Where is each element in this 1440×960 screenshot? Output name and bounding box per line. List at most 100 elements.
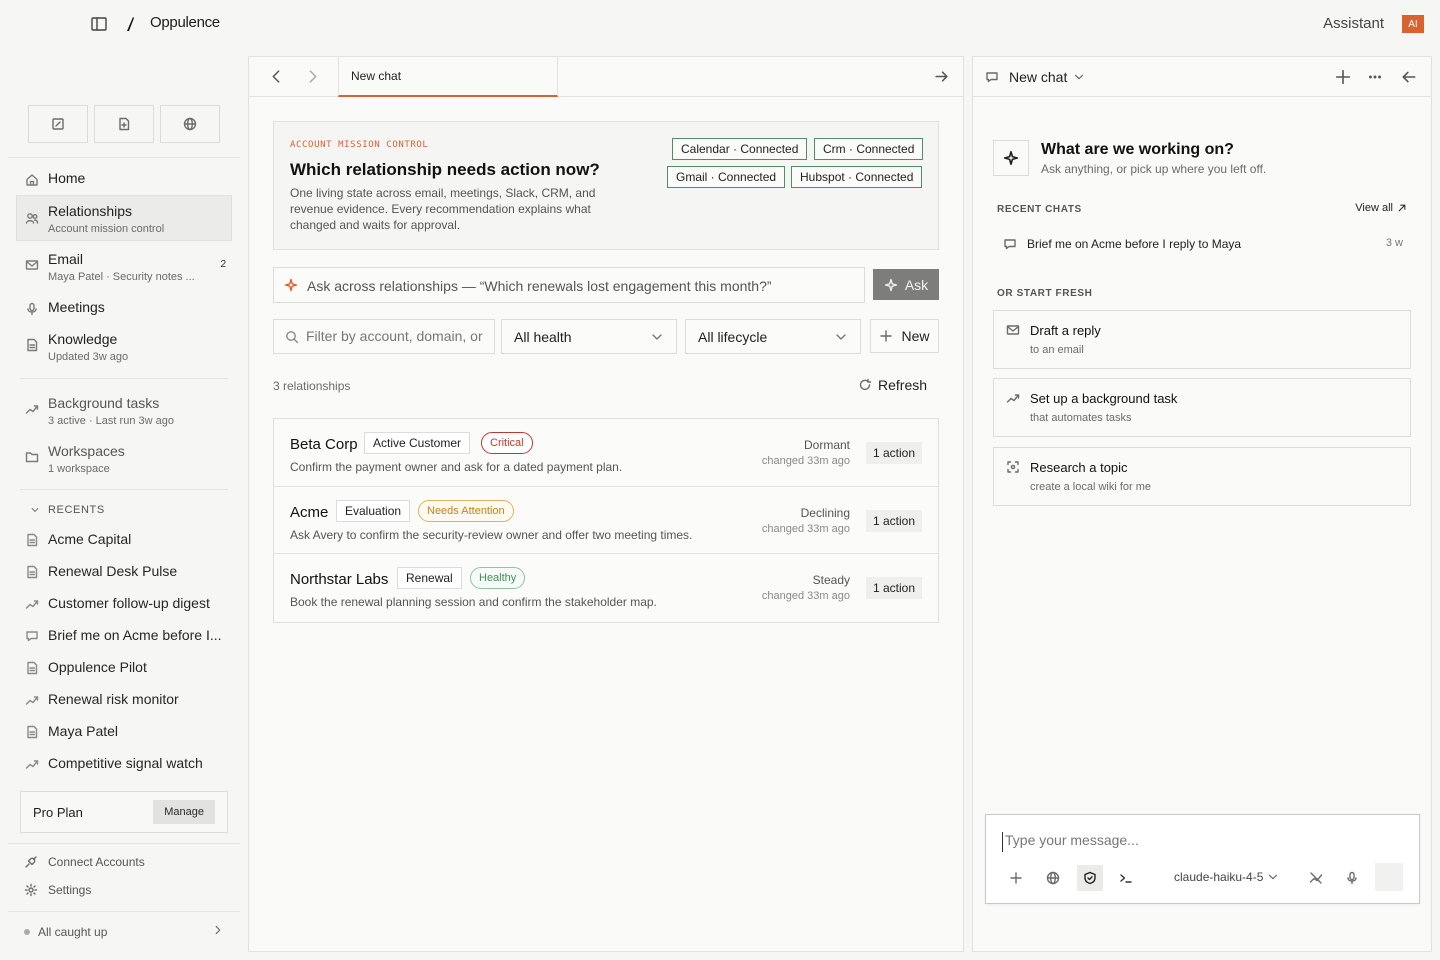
start-card-title: Research a topic [1030,460,1128,475]
action-count-button[interactable]: 1 action [865,509,922,532]
sidebar-item-background-tasks[interactable]: Background tasks 3 active · Last run 3w … [16,395,232,429]
recent-chats-header: RECENT CHATS [997,204,1082,215]
status-dot [24,929,30,935]
plus-icon[interactable] [1335,69,1351,85]
recent-item[interactable]: Customer follow-up digest [16,594,232,614]
web-search-button[interactable] [160,105,220,143]
tab-label: New chat [351,69,402,83]
ask-button[interactable]: Ask [873,269,939,300]
table-row[interactable]: Beta Corp Active Customer Critical Confi… [274,419,938,487]
sidebar-item-knowledge[interactable]: Knowledge Updated 3w ago [16,331,232,365]
recent-item[interactable]: Renewal Desk Pulse [16,562,232,582]
action-count-button[interactable]: 1 action [865,577,922,599]
sparkle-icon [1003,150,1019,166]
sidebar-item-label: Knowledge [48,331,118,347]
plan-card: Pro Plan Manage [20,791,228,833]
tab-new-chat[interactable]: New chat [338,57,558,97]
table-row[interactable]: Northstar Labs Renewal Healthy Book the … [274,554,938,622]
recent-item[interactable]: Oppulence Pilot [16,658,232,678]
document-icon [24,564,40,580]
divider [8,911,240,912]
tab-bar: New chat [249,57,963,97]
changed-time: changed 33m ago [761,590,850,602]
recent-item[interactable]: Competitive signal watch [16,754,232,774]
lifecycle-tag: Evaluation [336,499,411,522]
action-count-button[interactable]: 1 action [865,442,922,464]
table-row[interactable]: Acme Evaluation Needs Attention Ask Aver… [274,487,938,554]
voice-button[interactable] [1339,865,1365,891]
start-card-draft-reply[interactable]: Draft a reply to an email [993,310,1411,369]
sync-status-label: All caught up [38,925,108,939]
filter-field[interactable] [273,319,495,354]
connection-badge[interactable]: Calendar · Connected [672,138,808,160]
main-panel: New chat ACCOUNT MISSION CONTROL Which r… [248,56,964,952]
arrow-right-icon[interactable] [934,69,949,84]
message-input[interactable] [1002,832,1402,852]
send-button[interactable] [1375,863,1403,891]
connection-badge[interactable]: Gmail · Connected [667,166,786,188]
filter-input[interactable] [306,328,486,344]
recent-item[interactable]: Renewal risk monitor [16,690,232,710]
view-all-link[interactable]: View all [1355,202,1407,214]
changed-time: changed 33m ago [761,522,850,535]
welcome-subtitle: Ask anything, or pick up where you left … [1041,162,1267,176]
divider [8,157,240,158]
health-select[interactable]: All health [501,319,677,354]
folder-icon [24,449,40,465]
recent-item[interactable]: Maya Patel [16,722,232,742]
document-icon [24,532,40,548]
connection-badge[interactable]: Crm · Connected [814,138,924,160]
refresh-button[interactable]: Refresh [858,377,927,393]
sidebar-item-relationships[interactable]: Relationships Account mission control [16,195,232,241]
terminal-toggle[interactable] [1113,865,1139,891]
compose-button[interactable] [28,105,88,143]
quick-actions [28,105,220,143]
health-select-value: All health [514,329,572,345]
sidebar-item-email[interactable]: Email Maya Patel · Security notes ... 2 [16,251,232,285]
model-selector[interactable]: claude-haiku-4-5 [1174,870,1279,884]
chevron-right-icon[interactable] [305,69,320,84]
hero-kicker: ACCOUNT MISSION CONTROL [290,140,429,150]
ask-input[interactable]: Ask across relationships — “Which renewa… [273,267,865,303]
recent-chat-item[interactable]: Brief me on Acme before I reply to Maya … [1003,235,1403,255]
ask-placeholder: Ask across relationships — “Which renewa… [307,278,772,294]
sidebar-item-workspaces[interactable]: Workspaces 1 workspace [16,443,232,477]
recent-item[interactable]: Brief me on Acme before I... [16,626,232,646]
sidebar-toggle-icon[interactable] [90,15,108,33]
lifecycle-select[interactable]: All lifecycle [685,319,861,354]
start-fresh-header: OR START FRESH [997,288,1093,299]
ai-badge[interactable]: AI [1402,15,1424,33]
start-card-research[interactable]: Research a topic create a local wiki for… [993,447,1411,506]
recent-item[interactable]: Acme Capital [16,530,232,550]
web-toggle[interactable] [1040,865,1066,891]
assistant-toggle[interactable]: Assistant [1323,15,1384,32]
chat-icon [24,628,40,644]
hero-title: Which relationship needs action now? [290,160,600,179]
terminal-icon [1119,871,1133,885]
trend-icon [24,401,40,417]
new-document-button[interactable] [94,105,154,143]
connect-accounts-link[interactable]: Connect Accounts [24,853,145,871]
globe-icon [183,117,197,131]
new-relationship-button[interactable]: New [870,319,939,353]
sidebar-item-home[interactable]: Home [16,170,232,190]
manage-plan-button[interactable]: Manage [153,800,215,824]
connection-badge[interactable]: Hubspot · Connected [791,166,923,188]
start-card-subtitle: that automates tasks [1030,412,1132,424]
more-icon[interactable] [1367,69,1383,85]
chat-selector[interactable]: New chat [1009,69,1085,85]
sync-status[interactable]: All caught up [24,924,224,940]
chevron-left-icon[interactable] [269,69,284,84]
settings-link[interactable]: Settings [24,881,91,899]
scan-icon [1006,460,1020,474]
attach-button[interactable] [1003,865,1029,891]
chevron-down-icon [834,330,848,344]
recents-header[interactable]: RECENTS [30,504,105,516]
visibility-toggle[interactable] [1303,865,1329,891]
recent-item-label: Oppulence Pilot [48,659,147,675]
safety-toggle[interactable] [1077,865,1103,891]
arrow-left-icon[interactable] [1401,69,1417,85]
start-card-background-task[interactable]: Set up a background task that automates … [993,378,1411,437]
sidebar-item-meetings[interactable]: Meetings [16,299,232,319]
recommendation: Book the renewal planning session and co… [290,595,657,609]
